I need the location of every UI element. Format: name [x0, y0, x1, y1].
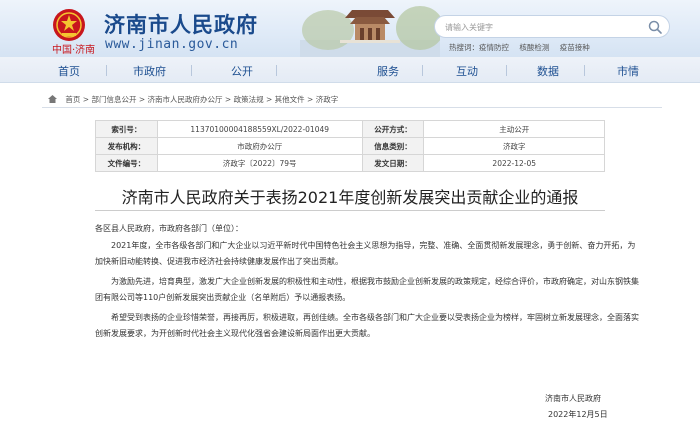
nav-home[interactable]: 首页: [58, 63, 80, 79]
index-number-label: 索引号：: [95, 120, 158, 138]
search-input[interactable]: [445, 19, 635, 35]
nav-divider: [584, 65, 585, 76]
publisher-value: 市政府办公厅: [156, 137, 363, 155]
issue-date-value: 2022-12-05: [423, 154, 605, 172]
national-emblem-logo: [53, 9, 85, 41]
body-paragraph: 希望受到表扬的企业珍惜荣誉，再接再厉，积极进取，再创佳绩。全市各级各部门和广大企…: [95, 312, 639, 339]
search-icon[interactable]: [647, 19, 664, 36]
document-title: 济南市人民政府关于表扬2021年度创新发展突出贡献企业的通报: [121, 188, 579, 207]
issuer-signature: 济南市人民政府: [545, 394, 601, 403]
publisher-label: 发布机构：: [95, 137, 158, 155]
nav-divider: [276, 65, 277, 76]
divider: [42, 107, 662, 108]
hot-link-epidemic[interactable]: 热搜词：疫情防控: [449, 43, 509, 52]
nav-disclosure[interactable]: 公开: [231, 63, 253, 79]
nav-divider: [506, 65, 507, 76]
disclosure-method-value: 主动公开: [423, 120, 605, 138]
body-paragraph: 2021年度，全市各级各部门和广大企业以习近平新时代中国特色社会主义思想为指导，…: [95, 240, 636, 267]
divider: [95, 210, 605, 211]
china-jinan-mark: 中国·济南: [52, 45, 96, 56]
file-number-value: 济政字〔2022〕79号: [156, 154, 363, 172]
breadcrumb-sep: >: [136, 95, 148, 104]
signature-date: 2022年12月5日: [548, 410, 608, 419]
nav-city-info[interactable]: 市情: [617, 63, 639, 79]
hot-link-vaccine[interactable]: 疫苗接种: [560, 43, 590, 52]
disclosure-method-label: 公开方式：: [361, 120, 425, 138]
table-row: 索引号： 11370100004188559XL/2022-01049 公开方式…: [95, 120, 605, 138]
hot-search-links: 热搜词：疫情防控 核酸检测 疫苗接种: [449, 42, 598, 53]
nav-city-government[interactable]: 市政府: [133, 63, 166, 79]
file-number-label: 文件编号：: [95, 154, 158, 172]
site-url: www.jinan.gov.cn: [105, 37, 239, 52]
nav-interaction[interactable]: 互动: [456, 63, 478, 79]
breadcrumb-sep: >: [304, 95, 316, 104]
breadcrumb-home[interactable]: 首页: [65, 95, 80, 104]
main-nav: 首页 市政府 公开 服务 互动 数据 市情: [0, 57, 700, 83]
site-header: 中国·济南 济南市人民政府 www.jinan.gov.cn 热搜词：疫情防控 …: [0, 0, 700, 57]
nav-services[interactable]: 服务: [377, 63, 399, 79]
salutation: 各区县人民政府，市政府各部门（单位）：: [95, 224, 243, 233]
breadcrumb-dept-disclosure[interactable]: 部门信息公开: [91, 95, 136, 104]
site-title[interactable]: 济南市人民政府: [104, 9, 258, 39]
breadcrumb-policies[interactable]: 政策法规: [234, 95, 264, 104]
issue-date-label: 发文日期：: [361, 154, 425, 172]
document-info-table: 索引号： 11370100004188559XL/2022-01049 公开方式…: [95, 120, 605, 172]
home-icon: [48, 95, 57, 103]
info-category-label: 信息类别：: [361, 137, 425, 155]
breadcrumb-other-files[interactable]: 其他文件: [275, 95, 305, 104]
nav-divider: [106, 65, 107, 76]
breadcrumb-sep: >: [80, 95, 92, 104]
hot-link-nucleic-test[interactable]: 核酸检测: [519, 43, 549, 52]
body-paragraph: 为激励先进，培育典型，激发广大企业创新发展的积极性和主动性，根据我市鼓励企业创新…: [95, 276, 639, 303]
breadcrumb-general-office[interactable]: 济南市人民政府办公厅: [148, 95, 223, 104]
document-body: 各区县人民政府，市政府各部门（单位）： 2021年度，全市各级各部门和广大企业以…: [95, 221, 640, 343]
breadcrumb-jizhengzi[interactable]: 济政字: [316, 95, 339, 104]
index-number-value: 11370100004188559XL/2022-01049: [156, 120, 363, 138]
table-row: 发布机构： 市政府办公厅 信息类别： 济政字: [95, 137, 605, 155]
nav-divider: [191, 65, 192, 76]
breadcrumb-sep: >: [222, 95, 234, 104]
nav-data[interactable]: 数据: [537, 63, 559, 79]
breadcrumb: 首页 > 部门信息公开 > 济南市人民政府办公厅 > 政策法规 > 其他文件 >…: [48, 94, 338, 105]
breadcrumb-sep: >: [263, 95, 275, 104]
info-category-value: 济政字: [423, 137, 605, 155]
pavilion-scene-image: [300, 6, 440, 57]
nav-divider: [422, 65, 423, 76]
table-row: 文件编号： 济政字〔2022〕79号 发文日期： 2022-12-05: [95, 154, 605, 172]
search-box: [434, 15, 670, 38]
